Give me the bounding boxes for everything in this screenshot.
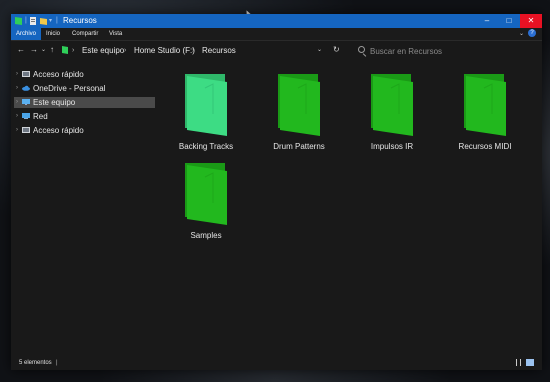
breadcrumb-recursos[interactable]: Recursos	[202, 46, 236, 56]
quick-access-icon	[22, 127, 30, 133]
up-arrow-icon[interactable]: ↑	[50, 45, 54, 55]
breadcrumb-home-studio[interactable]: Home Studio (F:)	[134, 46, 195, 56]
breadcrumb-separator: ›	[72, 47, 75, 54]
details-view-icon[interactable]	[516, 359, 521, 366]
back-arrow-icon[interactable]: ←	[17, 45, 25, 55]
item-count: 5 elementos	[19, 360, 52, 366]
folder-name: Recursos MIDI	[458, 142, 512, 151]
maximize-button[interactable]: □	[498, 14, 520, 28]
folder-icon	[185, 163, 227, 225]
search-icon	[358, 46, 365, 53]
expand-chevron-icon[interactable]: ›	[16, 83, 18, 94]
status-bar: 5 elementos |	[11, 356, 542, 370]
window-title: Recursos	[63, 16, 97, 25]
refresh-icon[interactable]: ↻	[333, 45, 340, 55]
expand-chevron-icon[interactable]: ›	[16, 125, 18, 136]
title-separator: |	[56, 17, 58, 24]
file-explorer-window: | ▾ | Recursos – □ ✕ Archivo Inicio Comp…	[11, 14, 542, 370]
tab-compartir[interactable]: Compartir	[72, 28, 98, 40]
navigation-pane: › Acceso rápido › OneDrive - Personal › …	[11, 64, 157, 354]
network-icon	[22, 113, 30, 119]
folder-icon	[185, 74, 227, 136]
quick-access-icon	[22, 71, 30, 77]
expand-chevron-icon[interactable]: ›	[16, 97, 18, 108]
folder-icon	[371, 74, 413, 136]
new-folder-icon[interactable]	[40, 17, 47, 25]
sidebar-item-este-equipo[interactable]: › Este equipo	[14, 97, 155, 108]
breadcrumb-este-equipo[interactable]: Este equipo	[82, 46, 124, 56]
search-input[interactable]	[370, 44, 530, 58]
ribbon-tabs: Archivo Inicio Compartir Vista ⌄ ?	[11, 28, 542, 41]
folder-name: Impulsos IR	[370, 142, 414, 151]
close-button[interactable]: ✕	[520, 14, 542, 28]
folder-item[interactable]: Samples	[160, 163, 252, 253]
location-folder-icon	[62, 46, 68, 54]
sidebar-item-label: Acceso rápido	[33, 70, 84, 79]
onedrive-cloud-icon	[22, 85, 30, 91]
folder-item[interactable]: Recursos MIDI	[439, 74, 531, 164]
quick-access-separator: |	[25, 17, 27, 24]
sidebar-item-acceso-rapido-2[interactable]: › Acceso rápido	[14, 125, 155, 136]
tab-inicio[interactable]: Inicio	[46, 28, 60, 40]
expand-ribbon-icon[interactable]: ⌄	[519, 28, 524, 40]
tab-archivo[interactable]: Archivo	[11, 28, 42, 40]
folder-app-icon	[15, 17, 22, 25]
help-icon[interactable]: ?	[528, 29, 536, 37]
sidebar-item-red[interactable]: › Red	[14, 111, 155, 122]
customize-quick-access-icon[interactable]: ▾	[49, 17, 52, 25]
folder-name: Backing Tracks	[178, 142, 234, 151]
expand-chevron-icon[interactable]: ›	[16, 69, 18, 80]
folder-icon	[464, 74, 506, 136]
breadcrumb-separator: ›	[192, 47, 195, 54]
this-pc-icon	[22, 99, 30, 105]
recent-locations-icon[interactable]: ⌄	[41, 45, 46, 55]
sidebar-item-onedrive[interactable]: › OneDrive - Personal	[14, 83, 155, 94]
properties-icon[interactable]	[30, 17, 37, 25]
folder-name: Drum Patterns	[273, 142, 325, 151]
search-box[interactable]	[354, 44, 534, 58]
sidebar-item-label: Este equipo	[33, 98, 76, 107]
sidebar-item-label: OneDrive - Personal	[33, 84, 106, 93]
sidebar-item-label: Red	[33, 112, 48, 121]
sidebar-item-acceso-rapido[interactable]: › Acceso rápido	[14, 69, 155, 80]
tab-vista[interactable]: Vista	[109, 28, 122, 40]
address-dropdown-icon[interactable]: ⌄	[317, 45, 322, 55]
folder-item[interactable]: Impulsos IR	[346, 74, 438, 164]
address-bar: ← → ⌄ ↑ › Este equipo › Home Studio (F:)…	[11, 41, 542, 61]
sidebar-item-label: Acceso rápido	[33, 126, 84, 135]
minimize-button[interactable]: –	[476, 14, 498, 28]
folder-item[interactable]: Drum Patterns	[253, 74, 345, 164]
large-icons-view-icon[interactable]	[526, 359, 534, 366]
status-separator: |	[56, 360, 58, 366]
title-bar[interactable]: | ▾ | Recursos – □ ✕	[11, 14, 542, 28]
folder-item[interactable]: Backing Tracks	[160, 74, 252, 164]
breadcrumb-separator: ›	[124, 47, 127, 54]
folder-icon	[278, 74, 320, 136]
expand-chevron-icon[interactable]: ›	[16, 111, 18, 122]
forward-arrow-icon[interactable]: →	[30, 45, 38, 55]
folder-name: Samples	[190, 231, 222, 240]
